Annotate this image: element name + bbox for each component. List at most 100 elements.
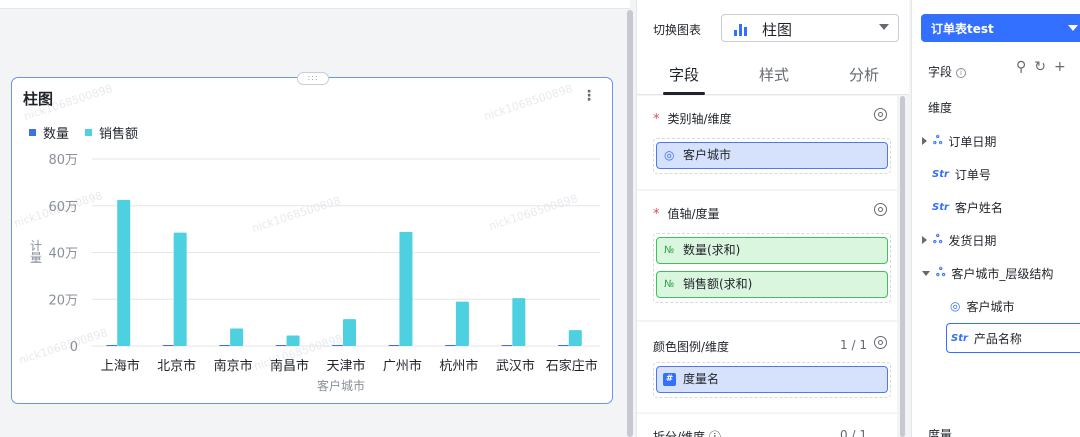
hierarchy-icon: ஃ: [936, 265, 946, 279]
field-customer-city-hierarchy[interactable]: ஃ 客户城市_层级结构: [922, 263, 1080, 283]
search-icon[interactable]: ⚲: [1016, 59, 1026, 75]
field-label: 订单号: [954, 167, 991, 182]
bar: [286, 335, 300, 346]
category-axis-section: * 类别轴/维度 ◎ 客户城市: [637, 96, 897, 189]
config-scrollbar[interactable]: [900, 96, 905, 437]
field-customer-name[interactable]: Str 客户姓名: [932, 197, 1080, 217]
chevron-down-icon: [1068, 25, 1078, 31]
hash-icon: #: [663, 373, 676, 386]
dataset-name: 订单表test: [931, 22, 994, 36]
geo-icon: ◎: [950, 299, 961, 313]
field-label: 产品名称: [973, 331, 1022, 346]
x-tick-label: 石家庄市: [546, 358, 598, 374]
hierarchy-icon: ஃ: [933, 232, 943, 246]
field-product-name[interactable]: Str 产品名称: [946, 323, 1080, 353]
dataset-select[interactable]: 订单表test: [921, 14, 1080, 42]
field-label: 客户姓名: [954, 200, 1003, 215]
x-tick-label: 南京市: [214, 358, 253, 374]
field-pill-quantity[interactable]: № 数量(求和): [656, 237, 888, 264]
field-pill-measure-name[interactable]: # 度量名: [656, 366, 888, 393]
field-label: 客户城市: [966, 299, 1015, 314]
field-order-date[interactable]: ஃ 订单日期: [922, 131, 1080, 151]
bar: [230, 328, 244, 346]
info-icon[interactable]: i: [956, 68, 967, 78]
category-axis-label: 类别轴/维度: [667, 112, 732, 126]
x-tick-label: 天津市: [326, 358, 365, 374]
string-icon: Str: [932, 168, 949, 180]
expand-icon[interactable]: [922, 236, 927, 244]
collapse-icon[interactable]: [922, 270, 930, 276]
hierarchy-icon: ஃ: [933, 133, 943, 147]
value-axis-title: * 值轴/度量: [653, 205, 720, 222]
category-drop-zone[interactable]: ◎ 客户城市: [653, 138, 891, 174]
y-axis-label: 量: [30, 251, 42, 265]
settings-icon[interactable]: [874, 336, 887, 349]
x-tick-label: 南昌市: [270, 358, 309, 374]
expand-icon[interactable]: [922, 137, 927, 145]
data-panel: 订单表test 字段 i ⚲ ↻ + 维度 ஃ 订单日期 Str 订单号 Str …: [911, 0, 1080, 437]
x-tick-label: 北京市: [157, 358, 196, 374]
split-count: 0 / 1: [840, 428, 867, 437]
bar: [557, 345, 569, 346]
color-legend-section: 颜色图例/维度 1 / 1 # 度量名: [637, 322, 897, 412]
field-order-number[interactable]: Str 订单号: [932, 164, 1080, 184]
chevron-down-icon: [879, 24, 889, 30]
chart-switch-row: 切换图表 柱图: [637, 0, 909, 55]
bar: [568, 330, 582, 346]
color-drop-zone[interactable]: # 度量名: [653, 362, 891, 398]
bar: [399, 231, 413, 346]
dimension-group-label: 维度: [928, 101, 953, 115]
tab-style[interactable]: 样式: [759, 64, 789, 85]
bar: [512, 298, 526, 346]
canvas-scrollbar[interactable]: [627, 10, 633, 437]
string-icon: Str: [951, 332, 968, 344]
y-tick-label: 80万: [48, 153, 78, 168]
field-pill-customer-city[interactable]: ◎ 客户城市: [656, 142, 888, 169]
bar: [455, 301, 469, 346]
pill-label: 销售额(求和): [683, 277, 753, 291]
required-mark: *: [653, 207, 660, 222]
field-pill-sales[interactable]: № 销售额(求和): [656, 271, 888, 298]
pill-label: 数量(求和): [683, 243, 741, 257]
bar: [106, 345, 118, 346]
pill-label: 度量名: [683, 372, 720, 386]
bar-chart[interactable]: 020万40万60万80万计量上海市 北京市 南京市 南昌市 天津市 广州市 杭州市 武汉市石…: [12, 78, 612, 403]
tab-analysis[interactable]: 分析: [849, 64, 879, 85]
required-mark: *: [653, 112, 660, 127]
split-title: 拆分/维度 ⓘ: [653, 430, 721, 437]
bar: [117, 199, 131, 346]
add-icon[interactable]: +: [1054, 59, 1066, 75]
value-axis-section: * 值轴/度量 № 数量(求和) № 销售额(求和): [637, 191, 897, 320]
measure-group-label: 度量: [928, 428, 953, 437]
chart-type-value: 柱图: [762, 21, 793, 39]
refresh-icon[interactable]: ↻: [1034, 59, 1046, 75]
category-axis-title: * 类别轴/维度: [653, 110, 732, 127]
bar: [173, 232, 187, 346]
number-icon: №: [664, 245, 675, 256]
settings-icon[interactable]: [874, 108, 887, 121]
settings-icon[interactable]: [874, 203, 887, 216]
string-icon: Str: [932, 201, 949, 213]
bar: [275, 345, 287, 346]
number-icon: №: [664, 279, 675, 290]
field-product-name-row: Str 产品名称: [951, 328, 1080, 348]
bar: [162, 345, 174, 346]
field-label: 客户城市_层级结构: [951, 266, 1054, 281]
chart-card[interactable]: ::: 柱图 ⋮ 数量 销售额 nick1068500898 nick10685…: [11, 72, 613, 404]
x-axis-label: 客户城市: [317, 378, 365, 393]
field-label: 发货日期: [948, 233, 997, 248]
config-panel: 切换图表 柱图 字段 样式 分析 * 类别轴/维度 ◎ 客户城市 * 值轴/度量: [636, 0, 909, 437]
bar: [501, 345, 513, 346]
config-tabs: 字段 样式 分析: [637, 55, 909, 95]
chart-type-select[interactable]: 柱图: [721, 14, 899, 42]
field-ship-date[interactable]: ஃ 发货日期: [922, 230, 1080, 250]
active-tab-indicator: [663, 92, 705, 95]
switch-chart-label: 切换图表: [653, 23, 702, 37]
value-drop-zone[interactable]: № 数量(求和) № 销售额(求和): [653, 233, 891, 303]
split-section: 拆分/维度 ⓘ 0 / 1: [637, 414, 897, 437]
x-tick-label: 上海市: [101, 358, 140, 374]
y-tick-label: 40万: [48, 247, 78, 262]
field-customer-city[interactable]: ◎ 客户城市: [950, 296, 1080, 316]
value-axis-label: 值轴/度量: [667, 207, 720, 221]
tab-fields[interactable]: 字段: [669, 64, 699, 85]
